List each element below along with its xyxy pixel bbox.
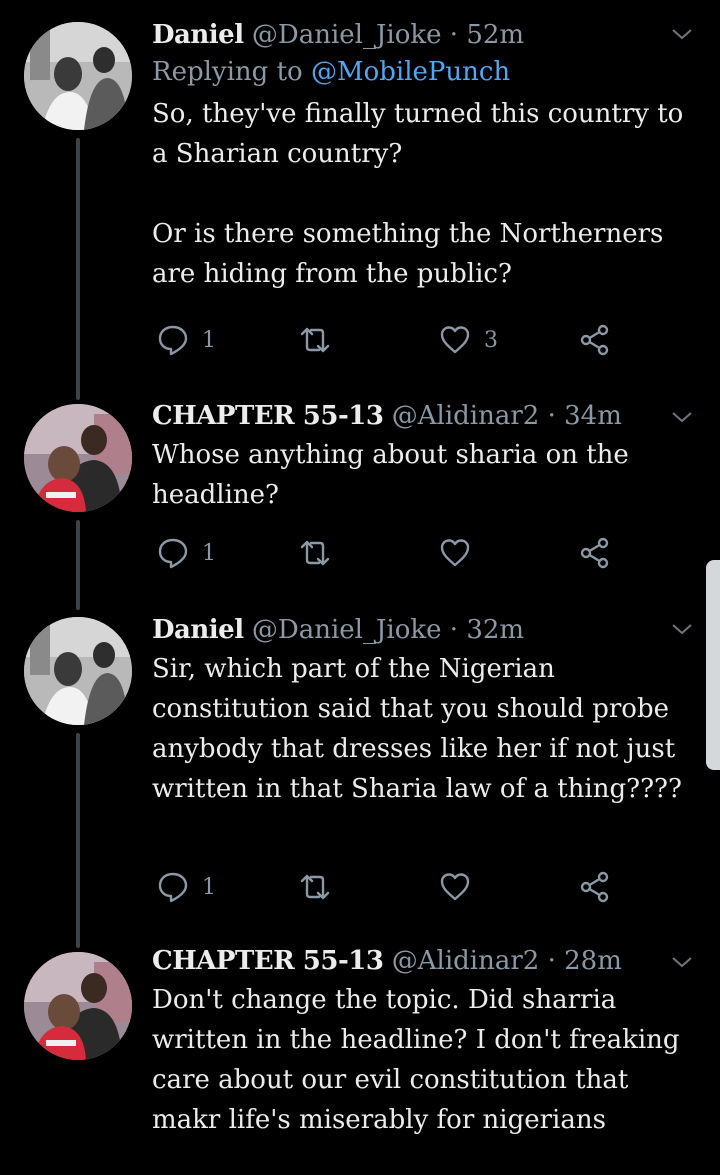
retweet-button[interactable] [298, 533, 344, 573]
timestamp[interactable]: 32m [466, 615, 524, 645]
reply-count: 1 [202, 540, 216, 566]
tweet[interactable]: Daniel @Daniel_Jioke · 32m Sir, which pa… [0, 605, 720, 948]
reply-icon [158, 325, 188, 356]
separator: · [547, 946, 556, 976]
handle[interactable]: @Daniel_Jioke [252, 615, 442, 645]
reply-count: 1 [202, 327, 216, 353]
handle[interactable]: @Daniel_Jioke [252, 20, 442, 50]
heart-icon [440, 539, 470, 567]
share-icon [580, 871, 609, 903]
display-name[interactable]: Daniel [152, 20, 244, 50]
timestamp[interactable]: 52m [466, 20, 524, 50]
user-avatar-photo-icon [24, 22, 132, 130]
like-button[interactable] [438, 867, 484, 907]
scrollbar-thumb[interactable] [706, 560, 720, 770]
reply-icon [158, 538, 188, 569]
action-bar: 1 [152, 533, 622, 573]
tweet-text: So, they've finally turned this country … [152, 99, 684, 289]
reply-icon [158, 872, 188, 903]
reply-count: 1 [202, 874, 216, 900]
heart-icon [440, 326, 470, 354]
thread-line [76, 138, 80, 400]
avatar[interactable] [24, 617, 132, 725]
tweet[interactable]: Daniel @Daniel_Jioke · 52m Replying to @… [0, 0, 720, 400]
retweet-icon [300, 874, 330, 900]
handle[interactable]: @Alidinar2 [392, 401, 540, 431]
separator: · [449, 20, 459, 50]
thread-line [76, 733, 80, 948]
retweet-button[interactable] [298, 320, 344, 360]
chevron-down-icon[interactable] [670, 950, 694, 974]
like-button[interactable] [438, 533, 484, 573]
user-avatar-photo-icon [24, 404, 132, 512]
replying-prefix: Replying to [152, 57, 311, 87]
display-name[interactable]: CHAPTER 55-13 [152, 946, 384, 976]
like-count: 3 [484, 327, 498, 353]
separator: · [547, 401, 556, 431]
user-avatar-photo-icon [24, 952, 132, 1060]
share-button[interactable] [578, 533, 612, 573]
share-icon [580, 537, 609, 569]
avatar[interactable] [24, 404, 132, 512]
avatar[interactable] [24, 952, 132, 1060]
separator: · [449, 615, 459, 645]
reply-button[interactable]: 1 [156, 867, 216, 907]
handle[interactable]: @Alidinar2 [392, 946, 540, 976]
action-bar: 1 3 [152, 320, 622, 360]
tweet[interactable]: CHAPTER 55-13 @Alidinar2 · 28m Don't cha… [0, 940, 720, 1175]
tweet-text: Don't change the topic. Did sharria writ… [152, 985, 680, 1135]
share-button[interactable] [578, 320, 612, 360]
tweet-text: Whose anything about sharia on the headl… [152, 440, 629, 510]
display-name[interactable]: Daniel [152, 615, 244, 645]
mention-link[interactable]: @MobilePunch [311, 57, 510, 87]
avatar[interactable] [24, 22, 132, 130]
timestamp[interactable]: 34m [564, 401, 622, 431]
share-button[interactable] [578, 867, 612, 907]
reply-button[interactable]: 1 [156, 533, 216, 573]
chevron-down-icon[interactable] [670, 405, 694, 429]
reply-button[interactable]: 1 [156, 320, 216, 360]
like-button[interactable]: 3 [438, 320, 498, 360]
action-bar: 1 [152, 867, 622, 907]
chevron-down-icon[interactable] [670, 22, 694, 46]
share-icon [580, 324, 609, 356]
timestamp[interactable]: 28m [564, 946, 622, 976]
retweet-button[interactable] [298, 867, 344, 907]
thread-line [76, 520, 80, 610]
retweet-icon [300, 540, 330, 566]
chevron-down-icon[interactable] [670, 617, 694, 641]
user-avatar-photo-icon [24, 617, 132, 725]
display-name[interactable]: CHAPTER 55-13 [152, 401, 384, 431]
replying-to-line: Replying to @MobilePunch [152, 52, 696, 92]
tweet[interactable]: CHAPTER 55-13 @Alidinar2 · 34m Whose any… [0, 395, 720, 610]
retweet-icon [300, 327, 330, 353]
heart-icon [440, 873, 470, 901]
tweet-text: Sir, which part of the Nigerian constitu… [152, 654, 682, 804]
